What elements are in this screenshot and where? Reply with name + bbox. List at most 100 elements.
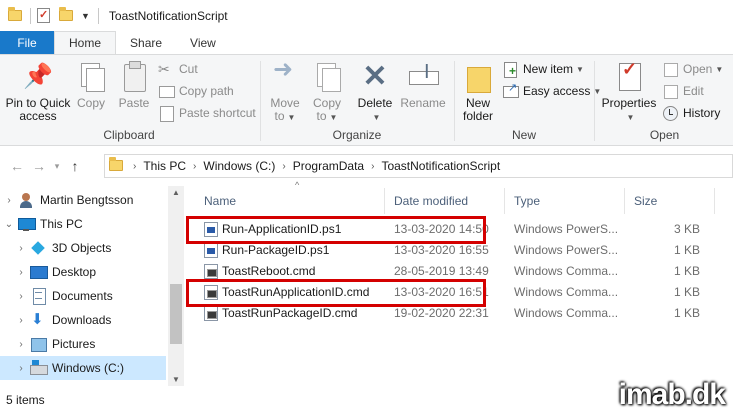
customize-toolbar-chevron-icon[interactable]: ▼ <box>81 11 90 21</box>
chevron-right-icon[interactable]: › <box>371 161 374 172</box>
file-date: 13-03-2020 16:51 <box>394 285 489 299</box>
clipboard-group-label: Clipboard <box>103 128 155 142</box>
new-folder-icon[interactable] <box>59 6 75 24</box>
recent-locations-chevron-icon[interactable]: ▾ <box>50 161 64 172</box>
edit-icon <box>662 83 678 99</box>
toolbar-divider <box>30 7 31 24</box>
breadcrumb-toastnotificationscript[interactable]: ToastNotificationScript <box>381 159 500 173</box>
easy-access-button[interactable]: Easy access ▼ <box>502 81 601 101</box>
rename-label: Rename <box>400 96 446 110</box>
copy-path-label: Copy path <box>179 84 234 98</box>
chevron-right-icon[interactable]: › <box>193 161 196 172</box>
edit-label: Edit <box>683 84 704 98</box>
breadcrumb-programdata[interactable]: ProgramData <box>293 159 364 173</box>
table-row[interactable]: ToastRunPackageID.cmd 19-02-2020 22:31 W… <box>186 303 733 324</box>
delete-button[interactable]: ✕ Delete ▼ <box>354 61 396 124</box>
scrollbar-thumb[interactable] <box>170 284 182 344</box>
properties-icon[interactable] <box>37 7 53 24</box>
new-item-label: New item <box>523 62 574 76</box>
tab-share[interactable]: Share <box>116 31 176 54</box>
column-header-size[interactable]: Size <box>624 186 714 216</box>
clipboard-group: 📌 Pin to Quick access Copy Paste ✂ Cut C… <box>0 55 258 145</box>
copy-to-button[interactable]: Copy to ▼ <box>308 61 346 124</box>
chevron-right-icon[interactable]: › <box>12 267 30 278</box>
forward-arrow-icon[interactable]: → <box>28 158 50 174</box>
breadcrumb-this-pc[interactable]: This PC <box>143 159 186 173</box>
back-arrow-icon[interactable]: ← <box>6 158 28 174</box>
tab-file[interactable]: File <box>0 31 54 54</box>
paste-button[interactable]: Paste <box>116 61 152 110</box>
move-to-button[interactable]: Move to▼ <box>266 61 304 124</box>
chevron-right-icon[interactable]: › <box>12 363 30 374</box>
nav-item-downloads[interactable]: › Downloads <box>0 308 166 332</box>
documents-icon <box>30 288 46 305</box>
title-divider <box>97 7 99 24</box>
chevron-right-icon[interactable]: › <box>12 291 30 302</box>
chevron-down-icon: ▼ <box>329 113 338 122</box>
paste-shortcut-icon <box>158 105 174 122</box>
column-header-name[interactable]: ^ Name <box>194 180 390 216</box>
table-row[interactable]: Run-PackageID.ps1 13-03-2020 16:55 Windo… <box>186 240 733 261</box>
command-script-icon <box>204 306 218 321</box>
copy-button[interactable]: Copy <box>74 61 108 110</box>
chevron-right-icon[interactable]: › <box>133 161 136 172</box>
chevron-down-icon: ▼ <box>715 64 724 74</box>
edit-button[interactable]: Edit <box>662 81 704 101</box>
column-divider[interactable] <box>714 188 715 214</box>
delete-icon: ✕ <box>362 60 388 93</box>
chevron-right-icon[interactable]: › <box>12 339 30 350</box>
file-date: 13-03-2020 16:55 <box>394 243 489 257</box>
file-size: 1 KB <box>673 243 700 257</box>
tab-view[interactable]: View <box>176 31 230 54</box>
folder-icon[interactable] <box>8 6 24 24</box>
pin-to-quick-access-button[interactable]: 📌 Pin to Quick access <box>2 61 74 123</box>
properties-button[interactable]: Properties ▼ <box>600 61 658 124</box>
breadcrumb-windows-c[interactable]: Windows (C:) <box>203 159 275 173</box>
cube-icon <box>30 240 46 256</box>
group-divider <box>260 61 261 141</box>
nav-item-3d-objects[interactable]: › 3D Objects <box>0 236 166 260</box>
up-arrow-icon[interactable]: ↑ <box>64 158 86 174</box>
cut-label: Cut <box>179 62 198 76</box>
table-row[interactable]: ToastRunApplicationID.cmd 13-03-2020 16:… <box>186 282 733 303</box>
nav-item-documents[interactable]: › Documents <box>0 284 166 308</box>
chevron-right-icon[interactable]: › <box>0 195 18 206</box>
table-row[interactable]: Run-ApplicationID.ps1 13-03-2020 14:50 W… <box>186 219 733 240</box>
ribbon-tabs: File Home Share View <box>0 31 733 54</box>
watermark-logo: imab.dk <box>618 378 726 411</box>
group-divider <box>594 61 595 141</box>
nav-item-user[interactable]: › Martin Bengtsson <box>0 188 166 212</box>
rename-icon <box>407 61 439 93</box>
nav-item-label: Pictures <box>52 337 96 351</box>
file-name: ToastRunApplicationID.cmd <box>222 285 370 299</box>
nav-item-this-pc[interactable]: ⌄ This PC <box>0 212 166 236</box>
properties-icon <box>613 61 645 93</box>
table-row[interactable]: ToastReboot.cmd 28-05-2019 13:49 Windows… <box>186 261 733 282</box>
new-folder-button[interactable]: New folder <box>458 61 498 123</box>
nav-item-windows-c[interactable]: › Windows (C:) <box>0 356 166 380</box>
paste-shortcut-button[interactable]: Paste shortcut <box>158 103 256 123</box>
open-button[interactable]: Open ▼ <box>662 59 723 79</box>
navigation-scrollbar[interactable]: ▲ ▼ <box>168 186 184 386</box>
nav-item-desktop[interactable]: › Desktop <box>0 260 166 284</box>
copy-path-button[interactable]: Copy path <box>158 81 234 101</box>
copy-to-label-line1: Copy <box>312 96 341 110</box>
nav-item-pictures[interactable]: › Pictures <box>0 332 166 356</box>
new-item-button[interactable]: New item ▼ <box>502 59 584 79</box>
address-bar[interactable]: › This PC › Windows (C:) › ProgramData ›… <box>104 154 733 178</box>
column-header-type[interactable]: Type <box>504 186 624 216</box>
cut-button[interactable]: ✂ Cut <box>158 59 198 79</box>
rename-button[interactable]: Rename <box>400 61 446 110</box>
scroll-up-icon[interactable]: ▲ <box>168 188 184 197</box>
new-folder-label-line2: folder <box>462 109 494 123</box>
chevron-right-icon[interactable]: › <box>12 243 30 254</box>
scroll-down-icon[interactable]: ▼ <box>168 375 184 384</box>
column-header-date[interactable]: Date modified <box>384 186 504 216</box>
chevron-down-icon: ▼ <box>372 113 381 122</box>
chevron-down-icon[interactable]: ⌄ <box>0 219 18 230</box>
chevron-right-icon[interactable]: › <box>282 161 285 172</box>
history-button[interactable]: History <box>662 103 720 123</box>
chevron-right-icon[interactable]: › <box>12 315 30 326</box>
tab-home[interactable]: Home <box>54 31 117 54</box>
easy-access-icon <box>502 81 519 99</box>
